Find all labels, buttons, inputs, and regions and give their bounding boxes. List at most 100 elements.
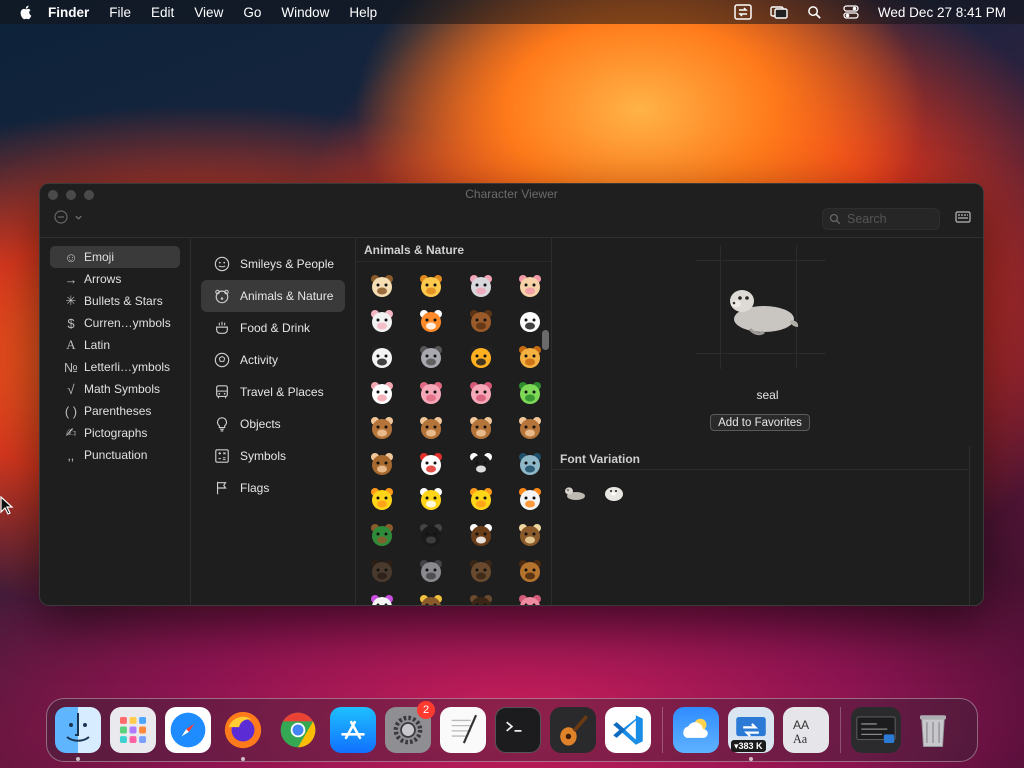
emoji-cell-penguin[interactable]	[456, 446, 506, 482]
group-flags[interactable]: Flags	[201, 472, 345, 504]
menu-help[interactable]: Help	[349, 5, 377, 20]
category-latin[interactable]: A Latin	[50, 334, 180, 356]
dock-app-vscode[interactable]	[605, 707, 651, 753]
bat-icon	[370, 559, 393, 582]
menu-file[interactable]: File	[109, 5, 131, 20]
dock-minimized-window[interactable]	[851, 707, 901, 753]
grid-scrollbar[interactable]	[542, 238, 550, 605]
category-label: Math Symbols	[84, 382, 161, 396]
emoji-cell-mouse-face[interactable]	[456, 268, 506, 304]
emoji-cell-pig-nose[interactable]	[456, 375, 506, 411]
emoji-cell-cat-face[interactable]	[407, 268, 457, 304]
add-to-favorites-button[interactable]: Add to Favorites	[710, 414, 810, 431]
search-input[interactable]	[847, 212, 927, 226]
dock-app-network-monitor[interactable]: ▾383 K	[728, 707, 774, 761]
emoji-cell-cow-face[interactable]	[357, 375, 407, 411]
bus-icon	[213, 383, 231, 401]
category-parentheses[interactable]: ( ) Parentheses	[50, 400, 180, 422]
dock-app-weather[interactable]	[673, 707, 719, 753]
emoji-cell-wolf[interactable]	[407, 553, 457, 589]
menu-go[interactable]: Go	[243, 5, 261, 20]
emoji-cell-black-bird[interactable]	[407, 517, 457, 553]
group-symbols[interactable]: Symbols	[201, 440, 345, 472]
group-objects[interactable]: Objects	[201, 408, 345, 440]
category-label: Bullets & Stars	[84, 294, 163, 308]
menu-app-finder[interactable]: Finder	[48, 5, 89, 20]
dock-app-system-settings[interactable]: 2	[385, 701, 435, 753]
grid-section-header: Animals & Nature	[356, 238, 551, 262]
emoji-cell-see-no-evil-monkey[interactable]	[407, 410, 457, 446]
group-food-drink[interactable]: Food & Drink	[201, 312, 345, 344]
group-label: Activity	[240, 353, 279, 367]
emoji-cell-dog-face[interactable]	[357, 268, 407, 304]
menu-window[interactable]: Window	[281, 5, 329, 20]
emoji-cell-rabbit-face[interactable]	[357, 304, 407, 340]
control-center-icon[interactable]	[842, 4, 860, 20]
seal-cartoon-icon[interactable]	[602, 480, 626, 504]
emoji-cell-ant[interactable]	[456, 588, 506, 605]
emoji-cell-unicorn[interactable]	[357, 588, 407, 605]
group-animals-nature[interactable]: Animals & Nature	[201, 280, 345, 312]
menu-edit[interactable]: Edit	[151, 5, 174, 20]
dock-app-trash[interactable]	[910, 707, 956, 753]
category-letterlike-symbols[interactable]: № Letterli…ymbols	[50, 356, 180, 378]
emoji-cell-hatching-chick[interactable]	[407, 482, 457, 518]
emoji-cell-polar-bear[interactable]	[357, 339, 407, 375]
keyboard-viewer-icon[interactable]	[955, 210, 971, 224]
dock-app-finder[interactable]	[55, 707, 101, 761]
category-punctuation[interactable]: ‚, Punctuation	[50, 444, 180, 466]
fox-face-icon	[420, 310, 443, 333]
group-travel-places[interactable]: Travel & Places	[201, 376, 345, 408]
font-variation-list	[562, 480, 626, 504]
wolf-icon	[420, 559, 443, 582]
dock-app-launchpad[interactable]	[110, 707, 156, 753]
category-bullets-stars[interactable]: ✳ Bullets & Stars	[50, 290, 180, 312]
dock-app-terminal[interactable]	[495, 707, 541, 753]
group-label: Symbols	[240, 449, 287, 463]
emoji-cell-chicken[interactable]	[407, 446, 457, 482]
options-menu-button[interactable]	[54, 210, 83, 224]
emoji-cell-front-facing-chick[interactable]	[456, 482, 506, 518]
menu-view[interactable]: View	[194, 5, 223, 20]
emoji-cell-bear-face[interactable]	[456, 304, 506, 340]
seal-photo-icon[interactable]	[562, 480, 586, 504]
category-currency-symbols[interactable]: $ Curren…ymbols	[50, 312, 180, 334]
category-pictographs[interactable]: ✍ Pictographs	[50, 422, 180, 444]
category-math-symbols[interactable]: √ Math Symbols	[50, 378, 180, 400]
dock-app-garageband[interactable]	[550, 707, 596, 753]
emoji-cell-bat[interactable]	[357, 553, 407, 589]
dock-app-app-store[interactable]	[330, 707, 376, 753]
dock-app-safari[interactable]	[165, 707, 211, 753]
category-arrows[interactable]: → Arrows	[50, 268, 180, 290]
emoji-cell-baby-chick[interactable]	[357, 482, 407, 518]
category-emoji[interactable]: ☺ Emoji	[50, 246, 180, 268]
grid-scrollbar-thumb[interactable]	[542, 330, 549, 350]
screen-mirroring-icon[interactable]	[770, 4, 788, 20]
font-variation-header: Font Variation	[552, 452, 968, 470]
app-store-icon	[341, 720, 365, 740]
dock-app-textedit[interactable]	[440, 707, 486, 753]
spotlight-search-icon[interactable]	[806, 4, 824, 20]
dock-app-firefox[interactable]	[220, 707, 266, 761]
emoji-cell-fox-face[interactable]	[407, 304, 457, 340]
character-viewer-status-icon[interactable]	[734, 4, 752, 20]
emoji-cell-tiger-face[interactable]	[456, 339, 506, 375]
emoji-cell-koala[interactable]	[407, 339, 457, 375]
dock-app-chrome[interactable]	[275, 707, 321, 753]
group-smileys-people[interactable]: Smileys & People	[201, 248, 345, 280]
dock-app-font-book[interactable]: AA Aa	[783, 707, 829, 753]
emoji-cell-eagle[interactable]	[456, 517, 506, 553]
search-field[interactable]	[822, 208, 940, 230]
emoji-cell-monkey[interactable]	[357, 446, 407, 482]
emoji-cell-hear-no-evil-monkey[interactable]	[456, 410, 506, 446]
smiley-icon	[213, 255, 231, 273]
emoji-cell-boar[interactable]	[456, 553, 506, 589]
emoji-cell-bug[interactable]	[407, 588, 457, 605]
apple-logo-icon[interactable]	[18, 4, 34, 20]
emoji-cell-monkey-face[interactable]	[357, 410, 407, 446]
emoji-cell-duck[interactable]	[357, 517, 407, 553]
emoji-cell-pig-face[interactable]	[407, 375, 457, 411]
group-activity[interactable]: Activity	[201, 344, 345, 376]
menubar-clock[interactable]: Wed Dec 27 8:41 PM	[878, 5, 1006, 20]
group-label: Smileys & People	[240, 257, 335, 271]
